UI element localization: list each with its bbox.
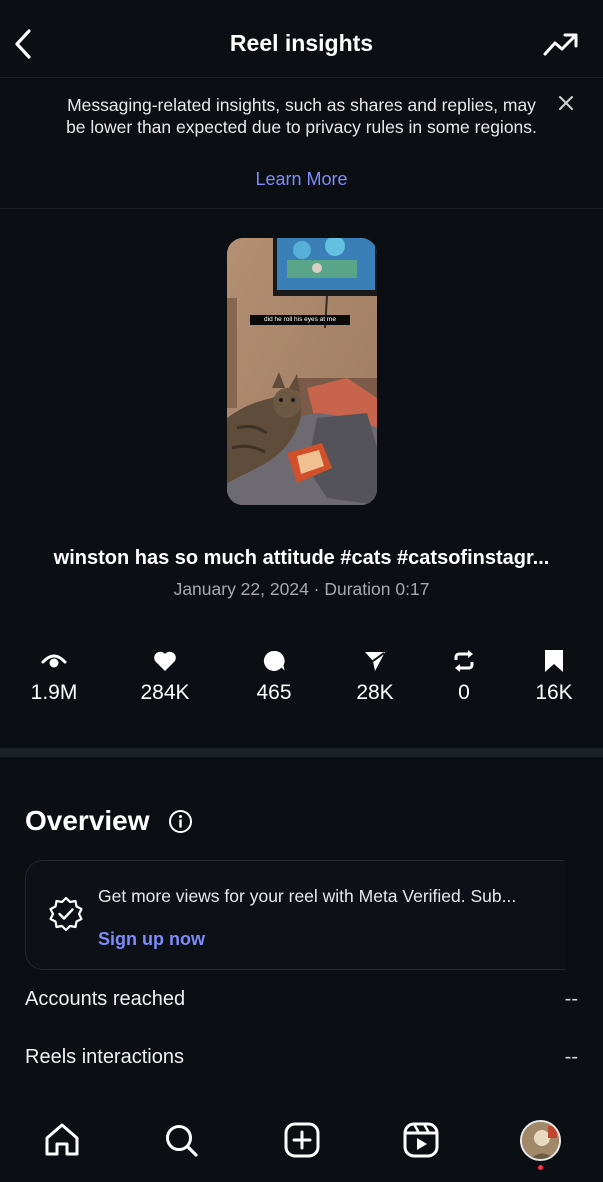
- stat-value: 465: [256, 681, 292, 704]
- search-icon: [166, 1125, 198, 1157]
- thumbnail-caption: did he roll his eyes at me: [250, 315, 350, 325]
- metric-accounts-reached[interactable]: Accounts reached --: [25, 988, 578, 1018]
- stat-views: 1.9M: [9, 648, 99, 705]
- stat-value: 1.9M: [30, 681, 78, 704]
- promo-text: Get more views for your reel with Meta V…: [98, 886, 517, 906]
- heart-icon: [154, 651, 176, 671]
- stat-shares: 28K: [330, 648, 420, 705]
- nav-search[interactable]: [159, 1118, 203, 1162]
- nav-reels[interactable]: [399, 1118, 443, 1162]
- verified-badge-icon: [49, 896, 83, 932]
- notification-dot: [538, 1165, 543, 1170]
- sign-up-link[interactable]: Sign up now: [98, 929, 205, 950]
- create-icon: [284, 1122, 320, 1158]
- notice-text: Messaging-related insights, such as shar…: [66, 95, 537, 137]
- privacy-notice: Messaging-related insights, such as shar…: [0, 79, 603, 209]
- cat-photo: [227, 238, 377, 505]
- metric-reels-interactions[interactable]: Reels interactions --: [25, 1046, 578, 1076]
- reel-thumbnail[interactable]: did he roll his eyes at me: [227, 238, 377, 505]
- home-icon: [45, 1123, 79, 1156]
- learn-more-link[interactable]: Learn More: [0, 169, 603, 190]
- close-icon: [559, 96, 573, 110]
- metric-value: --: [564, 988, 578, 1010]
- nav-create[interactable]: [280, 1118, 324, 1162]
- stat-value: 0: [458, 681, 470, 704]
- page-title: Reel insights: [229, 30, 374, 56]
- stat-comments: 465: [229, 648, 319, 705]
- reels-icon: [403, 1122, 439, 1158]
- stat-value: 28K: [356, 681, 394, 704]
- stat-reposts: 0: [419, 648, 509, 705]
- stat-likes: 284K: [120, 648, 210, 705]
- comment-icon: [263, 650, 285, 671]
- trend-button[interactable]: [541, 28, 581, 62]
- metric-label: Accounts reached: [25, 988, 186, 1010]
- reel-meta: January 22, 2024 · Duration 0:17: [173, 579, 430, 599]
- stat-value: 284K: [140, 681, 190, 704]
- nav-home[interactable]: [40, 1118, 84, 1162]
- repost-icon: [454, 650, 474, 672]
- metric-value: --: [564, 1046, 578, 1068]
- header: Reel insights: [0, 0, 603, 78]
- stats-row: 1.9M 284K 465 28K 0 16K: [0, 648, 603, 708]
- bookmark-icon: [545, 650, 563, 672]
- reel-title: winston has so much attitude #cats #cats…: [53, 547, 550, 569]
- stat-saves: 16K: [509, 648, 599, 705]
- eye-icon: [41, 654, 67, 668]
- bottom-nav: [0, 1102, 603, 1182]
- info-icon[interactable]: [168, 809, 193, 834]
- metric-label: Reels interactions: [25, 1046, 184, 1068]
- profile-avatar[interactable]: [520, 1120, 561, 1161]
- overview-title: Overview: [25, 805, 150, 836]
- section-divider: [0, 748, 603, 757]
- stat-value: 16K: [535, 681, 573, 704]
- meta-verified-promo[interactable]: Get more views for your reel with Meta V…: [25, 860, 565, 970]
- trending-up-icon: [543, 33, 578, 56]
- share-icon: [365, 652, 385, 671]
- close-notice-button[interactable]: [555, 92, 577, 114]
